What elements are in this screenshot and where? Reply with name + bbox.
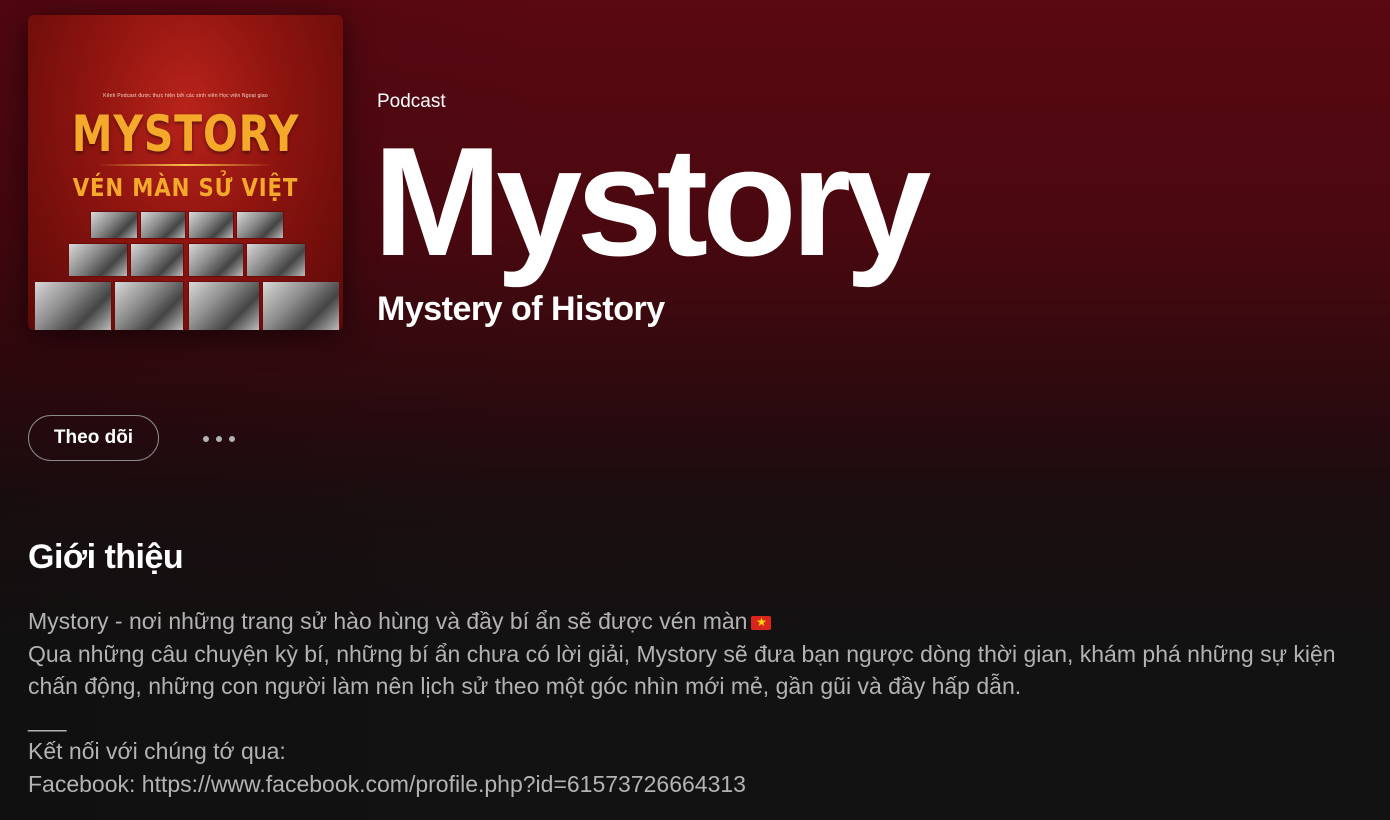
podcast-author-link[interactable]: Mystery of History	[377, 290, 665, 329]
podcast-description: Mystory - nơi những trang sử hào hùng và…	[28, 605, 1368, 800]
dot	[229, 436, 235, 442]
facebook-link-line[interactable]: Facebook: https://www.facebook.com/profi…	[28, 768, 1368, 801]
follow-button[interactable]: Theo dõi	[28, 415, 159, 461]
cover-photo	[246, 243, 306, 277]
cover-photo	[236, 211, 284, 239]
about-heading: Giới thiệu	[28, 538, 184, 576]
cover-photo	[68, 243, 128, 277]
description-line: Mystory - nơi những trang sử hào hùng và…	[28, 605, 1368, 638]
description-text: Mystory - nơi những trang sử hào hùng và…	[28, 608, 748, 634]
description-line: chấn động, những con người làm nên lịch …	[28, 673, 1022, 699]
cover-photo	[130, 243, 184, 277]
dot	[203, 436, 209, 442]
description-line: Kết nối với chúng tớ qua:	[28, 738, 286, 764]
cover-photo	[262, 281, 340, 330]
cover-photo	[34, 281, 112, 330]
cover-divider	[98, 164, 273, 166]
more-options-icon[interactable]	[194, 425, 244, 453]
cover-photo	[188, 211, 234, 239]
cover-title: MYSTORY	[71, 105, 300, 163]
content-type-label: Podcast	[377, 91, 446, 112]
dot	[216, 436, 222, 442]
description-divider: ___	[28, 705, 67, 732]
cover-photo	[114, 281, 184, 330]
description-line: Qua những câu chuyện kỳ bí, những bí ẩn …	[28, 640, 1336, 667]
podcast-cover-art[interactable]: Kênh Podcast được thực hiện bởi các sinh…	[28, 15, 343, 330]
podcast-title: Mystory	[373, 115, 931, 288]
cover-subtitle: VÉN MÀN SỬ VIỆT	[72, 173, 299, 202]
cover-photo	[90, 211, 138, 239]
cover-photo	[188, 243, 244, 277]
cover-photo-grid	[28, 211, 343, 330]
vietnam-flag-icon	[751, 613, 772, 631]
cover-photo	[140, 211, 186, 239]
cover-top-text: Kênh Podcast được thực hiện bởi các sinh…	[103, 93, 268, 99]
cover-photo	[188, 281, 260, 330]
